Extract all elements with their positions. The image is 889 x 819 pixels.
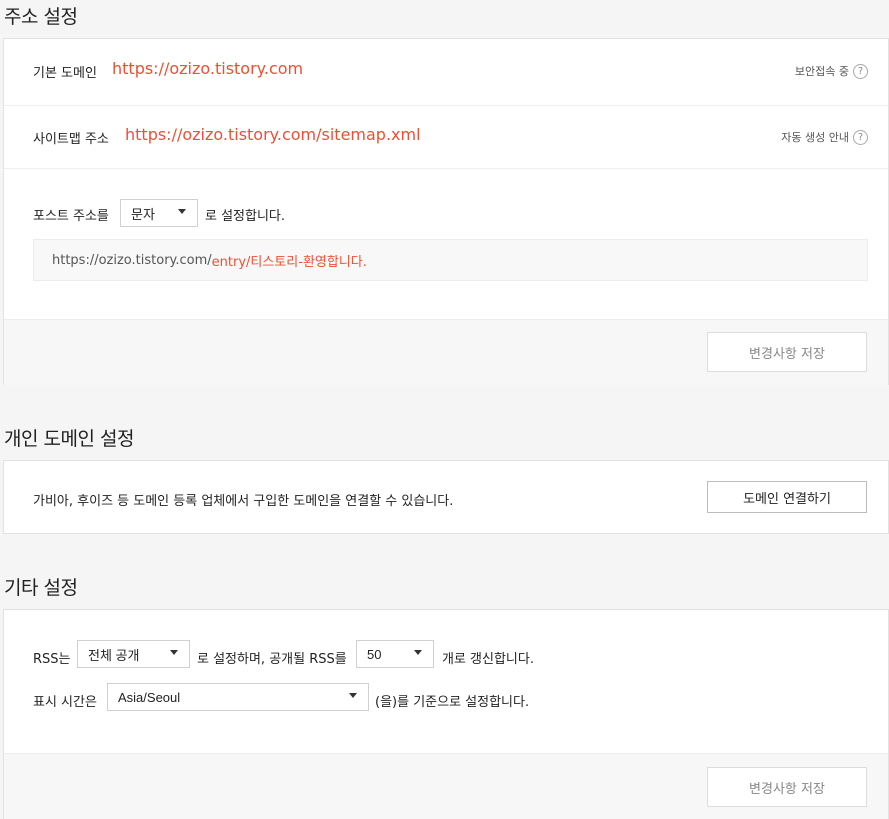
preview-base-url: https://ozizo.tistory.com/	[52, 252, 212, 268]
other-settings-title: 기타 설정	[4, 577, 78, 599]
display-time-prefix: 표시 시간은	[33, 695, 97, 710]
dropdown-arrow-icon	[349, 693, 357, 698]
save-button[interactable]: 변경사항 저장	[707, 332, 867, 372]
help-icon[interactable]: ?	[853, 129, 868, 145]
post-address-preview: https://ozizo.tistory.com/entry/티스토리-환영합…	[33, 239, 868, 281]
post-address-select-value: 문자	[131, 206, 155, 222]
connect-domain-button[interactable]: 도메인 연결하기	[707, 481, 867, 513]
other-settings-card: RSS는 전체 공개 로 설정하며, 공개될 RSS를 50 개로 갱신합니다.…	[3, 609, 889, 819]
post-address-suffix: 로 설정합니다.	[205, 209, 286, 224]
rss-visibility-value: 전체 공개	[88, 647, 140, 663]
sitemap-help[interactable]: 자동 생성 안내 ?	[781, 129, 868, 145]
sitemap-help-text: 자동 생성 안내	[781, 131, 849, 144]
save-button[interactable]: 변경사항 저장	[707, 767, 867, 807]
rss-suffix: 개로 갱신합니다.	[442, 652, 534, 667]
sitemap-link[interactable]: https://ozizo.tistory.com/sitemap.xml	[125, 125, 421, 144]
rss-count-select[interactable]: 50	[356, 640, 434, 668]
secure-connection-status: 보안접속 중 ?	[795, 63, 868, 79]
help-icon[interactable]: ?	[853, 63, 868, 79]
default-domain-row: 기본 도메인 https://ozizo.tistory.com 보안접속 중 …	[4, 39, 888, 106]
rss-prefix: RSS는	[33, 652, 71, 667]
dropdown-arrow-icon	[178, 209, 186, 214]
timezone-value: Asia/Seoul	[118, 689, 181, 705]
sitemap-label: 사이트맵 주소	[33, 132, 109, 147]
address-settings-card: 기본 도메인 https://ozizo.tistory.com 보안접속 중 …	[3, 38, 889, 385]
custom-domain-description: 가비아, 후이즈 등 도메인 등록 업체에서 구입한 도메인을 연결할 수 있습…	[33, 494, 454, 509]
rss-count-value: 50	[367, 646, 382, 662]
rss-visibility-select[interactable]: 전체 공개	[77, 640, 190, 668]
dropdown-arrow-icon	[414, 650, 422, 655]
default-domain-label: 기본 도메인	[33, 66, 97, 81]
post-address-prefix: 포스트 주소를	[33, 209, 109, 224]
custom-domain-title: 개인 도메인 설정	[4, 428, 134, 450]
preview-path: entry/티스토리-환영합니다.	[211, 254, 367, 270]
default-domain-link[interactable]: https://ozizo.tistory.com	[112, 59, 303, 78]
timezone-select[interactable]: Asia/Seoul	[107, 683, 369, 711]
rss-middle-text: 로 설정하며, 공개될 RSS를	[197, 652, 347, 667]
post-address-select[interactable]: 문자	[120, 199, 198, 227]
display-time-suffix: (을)를 기준으로 설정합니다.	[375, 695, 530, 710]
address-settings-title: 주소 설정	[4, 6, 78, 28]
other-settings-footer: 변경사항 저장	[4, 753, 888, 819]
dropdown-arrow-icon	[170, 650, 178, 655]
sitemap-row: 사이트맵 주소 https://ozizo.tistory.com/sitema…	[4, 106, 888, 169]
custom-domain-card: 가비아, 후이즈 등 도메인 등록 업체에서 구입한 도메인을 연결할 수 있습…	[3, 460, 889, 534]
address-settings-footer: 변경사항 저장	[4, 319, 888, 385]
secure-connection-text: 보안접속 중	[794, 65, 849, 78]
